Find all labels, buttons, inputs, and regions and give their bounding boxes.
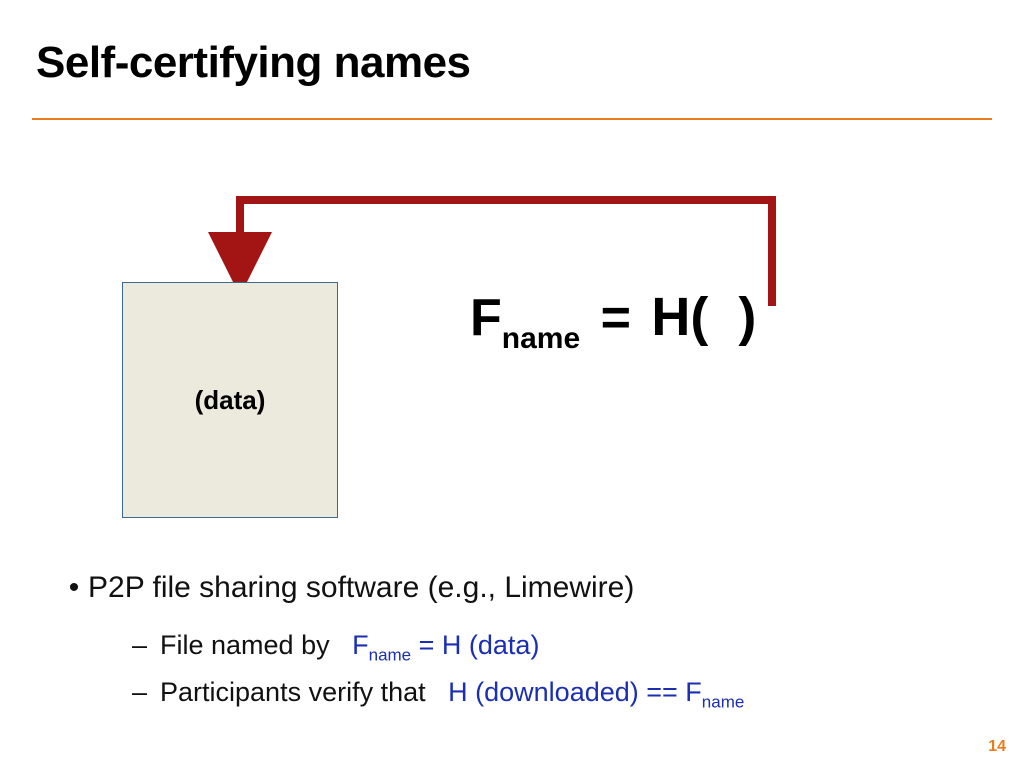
bullet-main: • P2P file sharing software (e.g., Limew…	[60, 568, 744, 609]
slide: Self-certifying names (data) Fname = H()…	[0, 0, 1024, 768]
dash-icon: –	[132, 623, 160, 669]
bullet-list: • P2P file sharing software (e.g., Limew…	[60, 568, 744, 717]
formula-eq: =	[580, 289, 651, 347]
sub-bullet-1: – File named by Fname = H (data)	[132, 623, 744, 670]
data-box-label: (data)	[195, 385, 266, 416]
sub1-formula: Fname = H (data)	[352, 630, 539, 660]
data-box: (data)	[122, 282, 338, 518]
formula-sub: name	[502, 322, 580, 355]
formula-hparen-open: H(	[651, 287, 708, 347]
sub-bullets: – File named by Fname = H (data) – Parti…	[132, 623, 744, 718]
formula-f: F	[470, 289, 502, 347]
dash-icon: –	[132, 670, 160, 716]
formula-hparen-close: )	[738, 287, 756, 347]
sub1-lead: File named by	[160, 630, 330, 660]
sub2-lead: Participants verify that	[160, 677, 426, 707]
sub-bullet-2: – Participants verify that H (downloaded…	[132, 670, 744, 717]
page-number: 14	[988, 738, 1006, 756]
bullet-dot-icon: •	[60, 568, 88, 609]
sub2-formula: H (downloaded) == Fname	[448, 677, 744, 707]
hash-formula: Fname = H()	[470, 286, 756, 354]
bullet-main-text: P2P file sharing software (e.g., Limewir…	[88, 568, 634, 609]
